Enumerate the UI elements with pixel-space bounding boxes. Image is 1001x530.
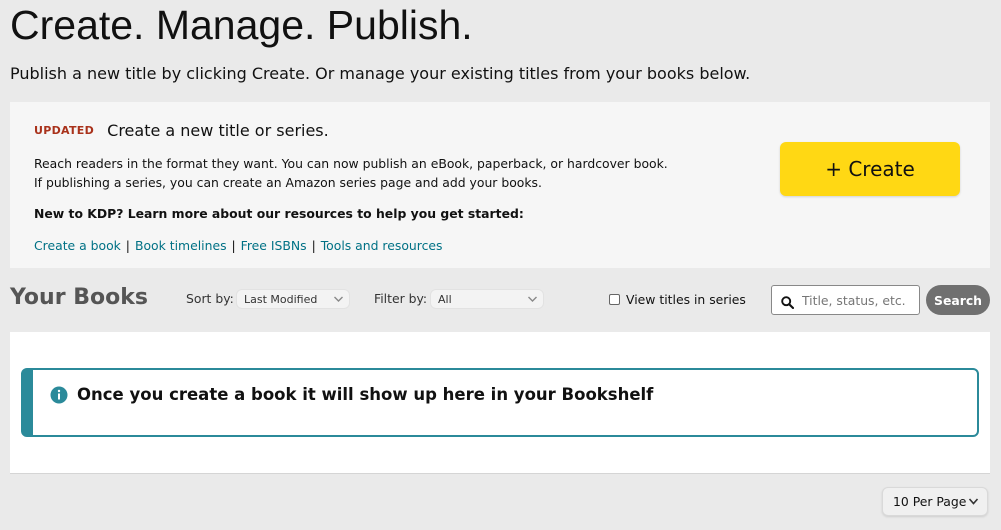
filter-select[interactable]: All — [430, 289, 544, 309]
updated-badge: UPDATED — [34, 124, 95, 137]
link-tools-and-resources[interactable]: Tools and resources — [321, 238, 443, 253]
link-book-timelines[interactable]: Book timelines — [135, 238, 227, 253]
create-heading: Create a new title or series. — [107, 121, 329, 140]
sort-select[interactable]: Last Modified — [236, 289, 350, 309]
search-button[interactable]: Search — [926, 285, 990, 315]
empty-bookshelf-message: Once you create a book it will show up h… — [77, 385, 654, 404]
empty-bookshelf-alert: Once you create a book it will show up h… — [21, 368, 979, 437]
view-series-toggle[interactable]: View titles in series — [609, 292, 746, 307]
series-checkbox-label: View titles in series — [626, 292, 746, 307]
sort-label: Sort by: — [186, 291, 234, 306]
search-icon — [781, 294, 795, 313]
chevron-down-icon — [333, 292, 344, 306]
create-description: Reach readers in the format they want. Y… — [34, 156, 668, 190]
search-field[interactable] — [771, 285, 920, 315]
chevron-down-icon — [527, 292, 538, 306]
new-to-kdp-text: New to KDP? Learn more about our resourc… — [34, 206, 524, 221]
resource-links: Create a book | Book timelines | Free IS… — [34, 238, 442, 253]
chevron-down-icon — [968, 497, 979, 506]
create-panel-header: UPDATED Create a new title or series. — [34, 120, 329, 140]
link-free-isbns[interactable]: Free ISBNs — [241, 238, 307, 253]
link-separator: | — [231, 238, 236, 253]
link-separator: | — [125, 238, 130, 253]
create-button[interactable]: + Create — [780, 142, 960, 196]
filter-label: Filter by: — [374, 291, 428, 306]
bookshelf: Once you create a book it will show up h… — [10, 332, 990, 474]
sort-value: Last Modified — [244, 293, 318, 306]
books-toolbar: Your Books Sort by: Last Modified Filter… — [0, 283, 1001, 319]
per-page-value: 10 Per Page — [893, 494, 967, 509]
page-subtitle: Publish a new title by clicking Create. … — [10, 64, 751, 83]
info-icon — [50, 386, 68, 408]
link-separator: | — [311, 238, 316, 253]
series-checkbox[interactable] — [609, 294, 620, 305]
filter-value: All — [438, 293, 452, 306]
your-books-heading: Your Books — [10, 285, 148, 310]
page-title: Create. Manage. Publish. — [10, 2, 473, 48]
per-page-select[interactable]: 10 Per Page — [882, 487, 988, 516]
search-input[interactable] — [802, 290, 914, 310]
create-panel: UPDATED Create a new title or series. Re… — [10, 102, 990, 268]
link-create-a-book[interactable]: Create a book — [34, 238, 121, 253]
